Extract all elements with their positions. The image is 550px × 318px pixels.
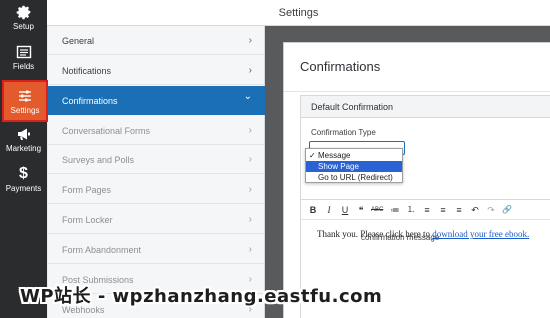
confirmation-type-label: Confirmation Type [311,128,376,137]
settings-nav: General › Notifications › Confirmations … [48,26,265,318]
numbered-list-button[interactable]: ⒈ [405,204,417,216]
nav-item-general[interactable]: General › [48,26,265,55]
nav-item-form-locker[interactable]: Form Locker › [48,205,265,234]
dollar-icon: $ [19,165,28,182]
megaphone-icon [16,126,32,142]
link-icon[interactable]: 🔗 [501,204,513,216]
chevron-down-icon: ⌄ [243,91,252,102]
confirmations-panel: Confirmations Default Confirmation Confi… [283,42,550,318]
chevron-right-icon: › [248,65,252,76]
option-label: Go to URL (Redirect) [318,173,393,182]
bold-button[interactable]: B [307,204,319,216]
align-left-button[interactable]: ≡ [421,204,433,216]
strikethrough-button[interactable]: ABC [371,204,383,216]
chevron-right-icon: › [248,35,252,46]
option-message[interactable]: ✓ Message [306,150,402,161]
align-center-button[interactable]: ≡ [437,204,449,216]
rail-label: Settings [10,106,40,115]
checkbox-label: confirmation message [361,233,440,242]
check-icon: ✓ [309,151,316,160]
underline-button[interactable]: U [339,204,351,216]
watermark: WP站长 - wpzhanzhang.eastfu.com [20,286,383,307]
nav-item-notifications[interactable]: Notifications › [48,56,265,85]
rail-label: Payments [5,184,42,193]
rail-item-setup[interactable]: Setup [0,4,47,44]
confirmation-type-dropdown: ✓ Message Show Page Go to URL (Redirect) [305,148,403,183]
box-title: Default Confirmation [311,102,394,112]
chevron-right-icon: › [248,244,252,255]
blockquote-button[interactable]: ❝ [355,204,367,216]
rail-item-fields[interactable]: Fields [0,44,47,84]
option-label: Show Page [318,162,359,171]
page-title: Settings [278,7,319,19]
align-right-button[interactable]: ≡ [453,204,465,216]
nav-item-form-abandonment[interactable]: Form Abandonment › [48,235,265,264]
chevron-right-icon: › [248,184,252,195]
fields-icon [16,44,32,60]
rail-item-marketing[interactable]: Marketing [0,126,47,166]
chevron-right-icon: › [248,214,252,225]
nav-item-form-pages[interactable]: Form Pages › [48,175,265,204]
option-show-page[interactable]: Show Page [306,161,402,172]
nav-item-conversational-forms[interactable]: Conversational Forms › [48,116,265,145]
nav-item-surveys-and-polls[interactable]: Surveys and Polls › [48,145,265,174]
top-header: Settings [47,0,550,26]
chevron-right-icon: › [248,154,252,165]
gear-icon [16,4,32,20]
option-label: Message [318,151,351,160]
nav-item-label: Conversational Forms [62,126,151,136]
nav-item-label: Form Abandonment [62,245,142,255]
italic-button[interactable]: I [323,204,335,216]
nav-item-confirmations[interactable]: Confirmations ⌄ [48,86,265,115]
rail-label: Marketing [5,144,42,153]
rail-item-payments[interactable]: $ Payments [0,166,47,206]
option-go-to-url[interactable]: Go to URL (Redirect) [306,172,402,183]
rail-label: Setup [13,22,34,31]
redo-button[interactable]: ↷ [485,204,497,216]
undo-button[interactable]: ↶ [469,204,481,216]
sliders-icon [17,88,33,104]
nav-item-label: Confirmations [62,96,118,106]
nav-item-label: General [62,36,95,46]
main-area: Confirmations Default Confirmation Confi… [265,26,550,318]
nav-item-label: Form Locker [62,215,113,225]
box-header[interactable]: Default Confirmation [301,96,550,118]
bullet-list-button[interactable]: ≔ [389,204,401,216]
rail-item-settings[interactable]: Settings [2,80,48,122]
divider [284,91,550,92]
chevron-right-icon: › [248,125,252,136]
panel-title: Confirmations [300,59,381,74]
confirmation-message-option[interactable]: confirmation message [301,229,550,245]
nav-item-label: Form Pages [62,185,112,195]
editor-toolbar: B I U ❝ ABC ≔ ⒈ ≡ ≡ ≡ ↶ ↷ 🔗 [301,200,550,220]
rail-label: Fields [12,62,35,71]
nav-item-label: Surveys and Polls [62,155,135,165]
icon-rail: Setup Fields Settings Marketing $ Paymen… [0,0,48,318]
nav-item-label: Notifications [62,66,112,76]
